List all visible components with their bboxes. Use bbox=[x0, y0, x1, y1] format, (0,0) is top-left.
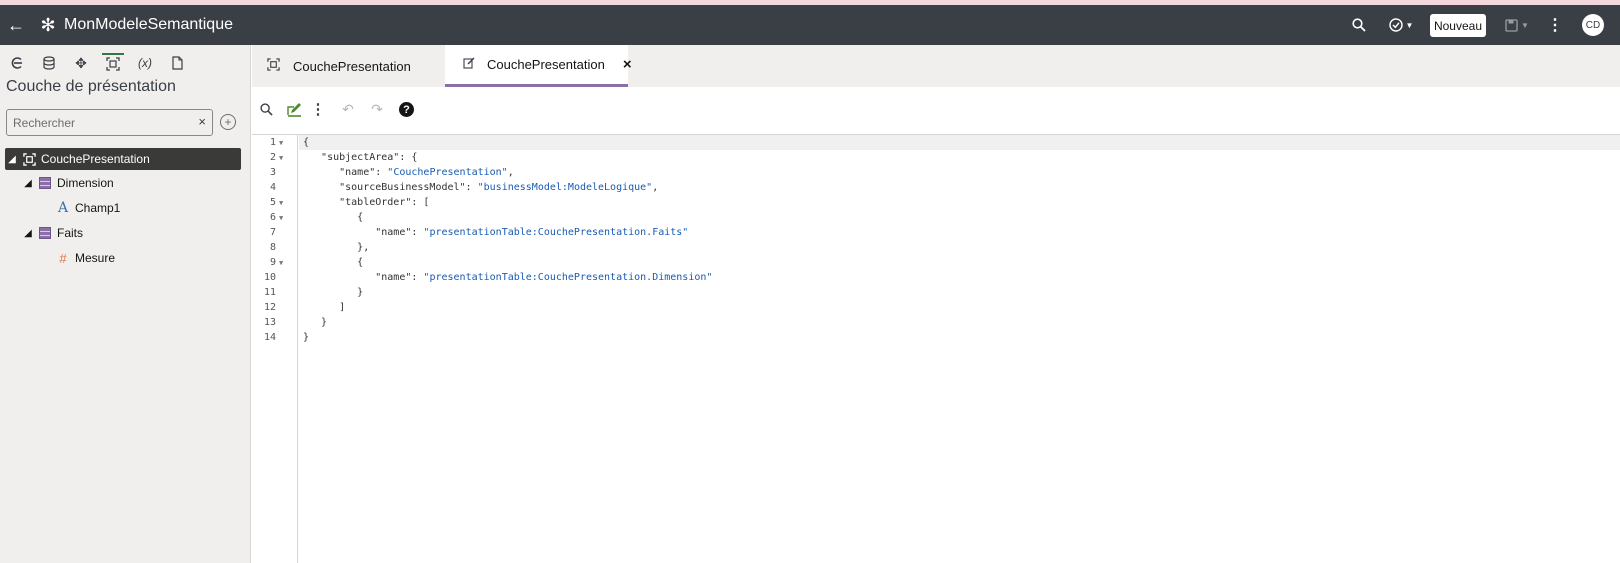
line-number: 9 ▼ bbox=[252, 255, 298, 270]
redo-icon[interactable]: ↷ bbox=[366, 98, 388, 120]
line-number: 11 bbox=[263, 287, 276, 298]
fold-arrow-icon: ▼ bbox=[279, 153, 284, 162]
edit-mode-icon[interactable] bbox=[283, 98, 305, 120]
code-line: { bbox=[303, 257, 364, 268]
json-code-editor[interactable]: 1 ▼ 2 ▼ 3 4 5 ▼ 6 ▼ 7 8 9 ▼ 10 11 12 13 14 { … bbox=[252, 134, 1620, 563]
text-column-icon: A bbox=[57, 200, 69, 216]
more-options-icon[interactable]: ⋮ bbox=[1546, 13, 1564, 37]
code-line: } bbox=[303, 317, 328, 328]
tab-label: CouchePresentation bbox=[293, 58, 411, 74]
tab-label: CouchePresentation bbox=[487, 57, 605, 72]
code-line: { bbox=[299, 135, 1620, 150]
variable-icon[interactable]: (x) bbox=[134, 53, 156, 73]
sidebar-toolbar: ✥ (x) bbox=[0, 53, 251, 73]
line-number: 8 bbox=[269, 242, 276, 253]
new-button[interactable]: Nouveau bbox=[1430, 14, 1486, 37]
tree-node-label: Champ1 bbox=[75, 201, 121, 215]
search-input[interactable] bbox=[13, 114, 183, 132]
fold-arrow-icon: ▼ bbox=[279, 258, 284, 267]
code-line: } bbox=[303, 332, 310, 343]
measure-icon: # bbox=[59, 250, 67, 266]
tree-node-label: Faits bbox=[57, 226, 84, 240]
code-line: "name": "presentationTable:CouchePresent… bbox=[303, 227, 689, 238]
fold-arrow-icon: ▼ bbox=[279, 198, 284, 207]
save-icon bbox=[1505, 18, 1518, 32]
expand-triangle-icon[interactable]: ◢ bbox=[21, 228, 35, 239]
table-icon bbox=[37, 226, 53, 240]
code-line: "subjectArea": { bbox=[303, 152, 418, 163]
line-number-gutter: 1 ▼ 2 ▼ 3 4 5 ▼ 6 ▼ 7 8 9 ▼ 10 11 12 13 14 bbox=[252, 135, 298, 563]
chevron-down-icon: ▼ bbox=[1405, 20, 1414, 30]
database-icon[interactable] bbox=[38, 53, 60, 73]
search-icon[interactable] bbox=[255, 98, 277, 120]
help-icon[interactable]: ? bbox=[399, 102, 414, 117]
code-line: "sourceBusinessModel": "businessModel:Mo… bbox=[303, 182, 659, 193]
line-number: 1 ▼ bbox=[252, 135, 298, 150]
search-box: × bbox=[6, 109, 213, 136]
code-line: }, bbox=[303, 242, 370, 253]
clear-search-icon[interactable]: × bbox=[198, 114, 206, 129]
subject-area-icon bbox=[21, 152, 37, 166]
avatar[interactable]: CD bbox=[1582, 14, 1604, 36]
move-icon[interactable]: ✥ bbox=[70, 53, 92, 73]
line-number: 6 ▼ bbox=[252, 210, 298, 225]
code-line: "name": "presentationTable:CouchePresent… bbox=[303, 272, 713, 283]
connections-icon[interactable] bbox=[6, 53, 28, 73]
table-icon bbox=[37, 176, 53, 190]
model-title: MonModeleSemantique bbox=[64, 16, 233, 33]
app-header: ← ✻ MonModeleSemantique ▼ Nouveau ▼ ⋮ CD bbox=[0, 5, 1620, 45]
close-tab-icon[interactable]: × bbox=[623, 56, 632, 73]
code-line: "name": "CouchePresentation", bbox=[303, 167, 514, 178]
tab-couchepresentation-layout[interactable]: CouchePresentation bbox=[252, 45, 444, 87]
code-line: } bbox=[303, 287, 364, 298]
line-number: 2 ▼ bbox=[252, 150, 298, 165]
tree-node-dimension[interactable]: ◢ Dimension bbox=[21, 172, 114, 194]
tree-node-label: Dimension bbox=[57, 176, 114, 190]
subject-area-icon[interactable] bbox=[102, 53, 124, 73]
line-number: 5 ▼ bbox=[252, 195, 298, 210]
more-options-icon[interactable]: ⋮ bbox=[307, 98, 329, 120]
tree-node-champ1[interactable]: A Champ1 bbox=[53, 197, 120, 219]
check-status-dropdown[interactable]: ▼ bbox=[1386, 13, 1416, 37]
back-arrow-icon[interactable]: ← bbox=[4, 13, 28, 37]
code-line: { bbox=[303, 212, 364, 223]
line-number: 3 bbox=[269, 167, 276, 178]
chevron-down-icon: ▼ bbox=[1521, 20, 1529, 30]
tab-couchepresentation-code[interactable]: CouchePresentation × bbox=[445, 45, 632, 87]
add-circle-icon[interactable]: + bbox=[220, 114, 236, 130]
code-line: "tableOrder": [ bbox=[303, 197, 430, 208]
snowflake-logo-icon: ✻ bbox=[40, 14, 56, 35]
fold-arrow-icon: ▼ bbox=[279, 213, 284, 222]
line-number: 4 bbox=[269, 182, 276, 193]
presentation-layer-panel: ✥ (x) Couche de présentation × + ◢ Couch… bbox=[0, 45, 251, 563]
fold-arrow-icon: ▼ bbox=[279, 138, 284, 147]
document-icon[interactable] bbox=[166, 53, 188, 73]
tree-node-label: Mesure bbox=[75, 251, 116, 265]
undo-icon[interactable]: ↶ bbox=[337, 98, 359, 120]
tree-node-label: CouchePresentation bbox=[41, 152, 150, 166]
tree-node-couchepresentation[interactable]: ◢ CouchePresentation bbox=[5, 148, 241, 170]
panel-title: Couche de présentation bbox=[6, 78, 176, 95]
code-content[interactable]: { "subjectArea": { "name": "CouchePresen… bbox=[299, 135, 1620, 563]
search-icon[interactable] bbox=[1347, 13, 1371, 37]
subject-area-icon bbox=[265, 58, 281, 74]
editor-tabs: CouchePresentation CouchePresentation × bbox=[252, 45, 1620, 87]
tree-node-faits[interactable]: ◢ Faits bbox=[21, 222, 83, 244]
expand-triangle-icon[interactable]: ◢ bbox=[5, 154, 19, 165]
save-dropdown[interactable]: ▼ bbox=[1502, 13, 1532, 37]
edit-icon bbox=[463, 57, 475, 72]
tree-node-mesure[interactable]: # Mesure bbox=[53, 247, 115, 269]
line-number: 14 bbox=[263, 332, 276, 343]
line-number: 10 bbox=[263, 272, 276, 283]
line-number: 13 bbox=[263, 317, 276, 328]
line-number: 7 bbox=[269, 227, 276, 238]
line-number: 12 bbox=[263, 302, 276, 313]
code-line: ] bbox=[303, 302, 346, 313]
expand-triangle-icon[interactable]: ◢ bbox=[21, 178, 35, 189]
check-circle-icon bbox=[1388, 18, 1403, 32]
